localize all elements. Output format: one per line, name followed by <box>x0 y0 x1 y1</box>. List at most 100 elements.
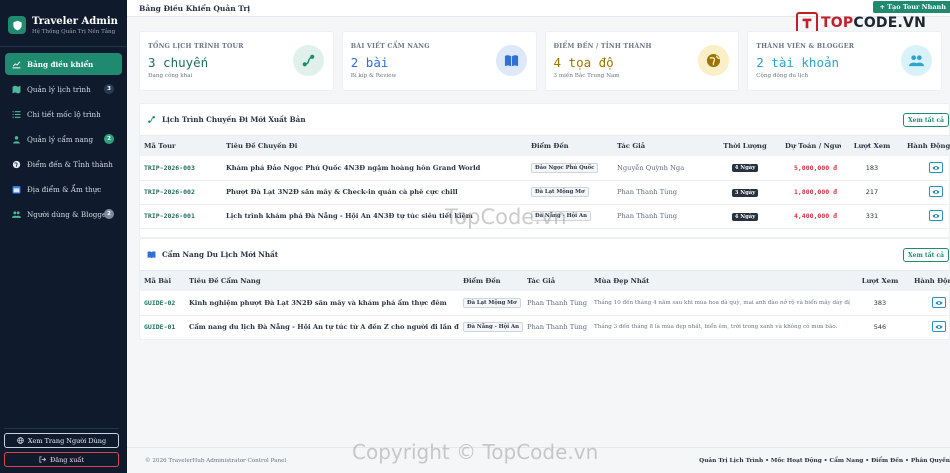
duration-badge: 4 Ngày <box>731 212 759 221</box>
eye-icon <box>932 189 940 194</box>
recent-guides-panel: Cẩm Nang Du Lịch Mới Nhất Xem tất cả Mã … <box>139 238 950 340</box>
views-cell: 546 <box>850 315 910 340</box>
duration-cell: 4 Ngày <box>709 156 781 181</box>
sidebar-item-label: Địa điểm & Ẩm thực <box>27 184 102 194</box>
season-cell: Tháng 10 đến tháng 4 năm sau khi mùa hoa… <box>590 291 850 316</box>
table-row: GUIDE-01 Cẩm nang du lịch Đà Nẵng - Hội … <box>140 315 950 340</box>
sidebar-item-label: Người dùng & Blogger <box>27 209 110 219</box>
column-header: Hành Động <box>910 271 950 291</box>
sidebar: Traveler Admin Hệ Thống Quản Trị Nền Tản… <box>0 0 127 473</box>
tours-table: Mã Tour Tiêu Đề Chuyến Đi Điểm Đến Tác G… <box>140 136 950 229</box>
column-header: Tiêu Đề Cẩm Nang <box>185 271 459 291</box>
logout-button[interactable]: Đăng xuất <box>4 452 119 467</box>
view-all-tours-button[interactable]: Xem tất cả <box>903 113 949 127</box>
table-header-row: Mã Tour Tiêu Đề Chuyến Đi Điểm Đến Tác G… <box>140 136 950 156</box>
globe-icon <box>17 437 24 444</box>
users-icon <box>11 209 21 219</box>
map-icon <box>11 84 21 94</box>
eye-icon <box>935 300 943 305</box>
action-cell <box>903 204 950 229</box>
brand: Traveler Admin Hệ Thống Quản Trị Nền Tản… <box>0 0 127 40</box>
guide-code: GUIDE-01 <box>140 315 185 340</box>
column-header: Mã Bài <box>140 271 185 291</box>
action-cell <box>903 156 950 181</box>
list-icon <box>11 109 21 119</box>
view-site-button[interactable]: Xem Trang Người Dùng <box>4 433 119 448</box>
column-header: Lượt Xem <box>841 136 903 156</box>
sidebar-item-dashboard[interactable]: Bảng điều khiển <box>5 53 122 75</box>
page-footer: © 2026 TravelerHub Administrator Control… <box>127 447 950 473</box>
tour-code: TRIP-2026-002 <box>140 180 222 205</box>
column-header: Dự Toán / Người <box>781 136 841 156</box>
column-header: Mã Tour <box>140 136 222 156</box>
tour-title: Khám phá Đảo Ngọc Phú Quốc 4N3Đ ngậm hoà… <box>222 156 527 181</box>
sidebar-item-destinations[interactable]: Điểm đến & Tỉnh thành <box>5 153 122 175</box>
column-header: Thời Lượng <box>709 136 781 156</box>
eye-icon <box>935 324 943 329</box>
main-content: Bảng Điều Khiển Quản Trị + Tạo Tour Nhan… <box>127 0 950 473</box>
table-row: GUIDE-02 Kinh nghiệm phượt Đà Lạt 3N2Đ s… <box>140 291 950 316</box>
sidebar-item-label: Điểm đến & Tỉnh thành <box>27 159 113 169</box>
sidebar-item-guides[interactable]: Quản lý cẩm nang 2 <box>5 128 122 150</box>
logout-icon <box>39 456 46 463</box>
globe-icon <box>698 45 730 76</box>
panel-title: Cẩm Nang Du Lịch Mới Nhất <box>162 250 279 259</box>
footer-copyright: © 2026 TravelerHub Administrator Control… <box>145 457 287 464</box>
column-header: Hành Động <box>903 136 950 156</box>
sidebar-nav: Bảng điều khiển Quản lý lịch trình 3 Chi… <box>0 53 127 225</box>
table-row: TRIP-2026-003 Khám phá Đảo Ngọc Phú Quốc… <box>140 156 950 181</box>
view-button[interactable] <box>929 186 943 198</box>
destination-cell: Đảo Ngọc Phú Quốc <box>527 156 613 181</box>
divider <box>0 46 127 47</box>
stat-card-members: THÀNH VIÊN & BLOGGER 2 tài khoản Cộng đồ… <box>747 31 942 91</box>
column-header: Lượt Xem <box>850 271 910 291</box>
sidebar-item-label: Chi tiết mốc lộ trình <box>27 109 101 119</box>
sidebar-item-tours[interactable]: Quản lý lịch trình 3 <box>5 78 122 100</box>
eye-icon <box>932 213 940 218</box>
views-cell: 217 <box>841 180 903 205</box>
brand-title: Traveler Admin <box>32 15 118 27</box>
guide-code: GUIDE-02 <box>140 291 185 316</box>
column-header: Điểm Đến <box>527 136 613 156</box>
sidebar-item-places[interactable]: Địa điểm & Ẩm thực <box>5 178 122 200</box>
views-cell: 331 <box>841 204 903 229</box>
count-badge: 2 <box>104 134 114 144</box>
view-site-label: Xem Trang Người Dùng <box>27 436 107 445</box>
recent-tours-panel: Lịch Trình Chuyến Đi Mới Xuất Bản Xem tấ… <box>139 103 950 238</box>
book-icon <box>495 45 527 76</box>
page-title: Bảng Điều Khiển Quản Trị <box>139 3 251 13</box>
footer-links: Quản Trị Lịch Trình • Mốc Hoạt Động • Cẩ… <box>699 458 950 464</box>
view-button[interactable] <box>932 297 946 308</box>
column-header: Điểm Đến <box>459 271 523 291</box>
brand-subtitle: Hệ Thống Quản Trị Nền Tảng <box>32 28 116 35</box>
season-cell: Tháng 3 đến tháng 8 là mùa đẹp nhất, biể… <box>590 315 850 340</box>
author-cell: Phan Thanh Tùng <box>613 204 709 229</box>
duration-cell: 4 Ngày <box>709 204 781 229</box>
view-all-guides-button[interactable]: Xem tất cả <box>903 248 949 262</box>
view-button[interactable] <box>929 162 943 173</box>
logout-label: Đăng xuất <box>50 455 84 464</box>
sidebar-item-label: Quản lý cẩm nang <box>27 134 94 144</box>
guide-title: Cẩm nang du lịch Đà Nẵng - Hội An tự túc… <box>185 315 459 340</box>
views-cell: 183 <box>841 156 903 181</box>
sidebar-item-milestones[interactable]: Chi tiết mốc lộ trình <box>5 103 122 125</box>
shield-icon <box>8 16 26 34</box>
sidebar-item-users[interactable]: Người dùng & Blogger 2 <box>5 203 122 225</box>
destination-pill: Đà Nẵng - Hội An <box>531 211 591 221</box>
destination-cell: Đà Lạt Mộng Mơ <box>459 291 523 316</box>
stat-card-tours: TỔNG LỊCH TRÌNH TOUR 3 chuyến Đang công … <box>139 31 334 91</box>
guide-title: Kinh nghiệm phượt Đà Lạt 3N2Đ săn mây và… <box>185 291 459 316</box>
route-icon <box>148 116 155 123</box>
sidebar-footer: Xem Trang Người Dùng Đăng xuất <box>4 428 119 467</box>
view-button[interactable] <box>932 321 946 333</box>
table-row: TRIP-2026-001 Lịch trình khám phá Đà Nẵn… <box>140 204 950 229</box>
author-cell: Nguyễn Quỳnh Nga <box>613 156 709 181</box>
destination-pill: Đà Lạt Mộng Mơ <box>463 297 521 308</box>
tour-code: TRIP-2026-003 <box>140 156 222 181</box>
divider <box>4 428 119 429</box>
view-button[interactable] <box>929 210 943 222</box>
duration-badge: 3 Ngày <box>731 188 759 197</box>
table-row: TRIP-2026-002 Phượt Đà Lạt 3N2Đ săn mây … <box>140 180 950 205</box>
route-icon <box>292 45 324 76</box>
panel-header: Lịch Trình Chuyến Đi Mới Xuất Bản Xem tấ… <box>140 104 949 136</box>
